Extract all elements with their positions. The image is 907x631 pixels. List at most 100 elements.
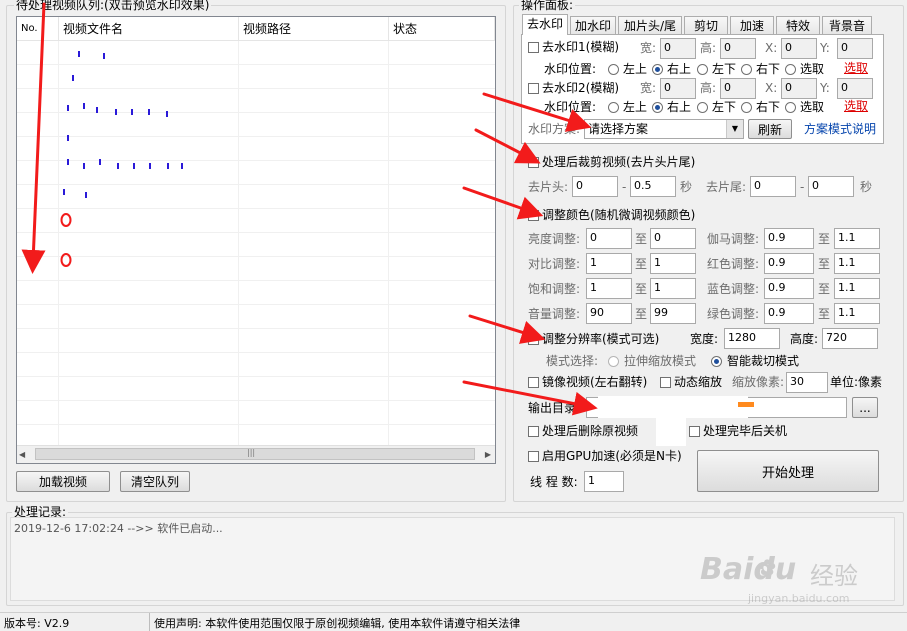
mode-stretch-label: 拉伸缩放模式 [624,354,697,368]
wm2-position-radio-4[interactable] [785,102,796,113]
color-right-to-input[interactable]: 1.1 [834,228,880,249]
tab-remove-watermark[interactable]: 去水印 [522,14,568,35]
wm2-position-radio-1[interactable] [652,102,663,113]
wm1-pick-link[interactable]: 选取 [844,60,868,76]
color-right-from-input[interactable]: 0.9 [764,253,814,274]
tab-add-watermark[interactable]: 加水印 [570,16,616,34]
color-left-to-input[interactable]: 1 [650,278,696,299]
horizontal-scrollbar[interactable]: ◀ ||| ▶ [17,445,495,463]
clear-queue-button[interactable]: 清空队列 [120,471,190,492]
start-button[interactable]: 开始处理 [697,450,879,492]
tab-cut[interactable]: 剪切 [684,16,728,34]
baidu-brand: Baidu [700,552,797,587]
trim-checkbox[interactable] [528,157,539,168]
color-right-to-input[interactable]: 1.1 [834,278,880,299]
color-left-label: 音量调整: [528,307,581,321]
color-left-from-input[interactable]: 0 [586,228,632,249]
color-left-to-input[interactable]: 1 [650,253,696,274]
output-label: 输出目录: [528,401,581,415]
trim-tail-label: 去片尾: [706,180,747,194]
wm2-checkbox[interactable] [528,83,539,94]
color-right-to-input[interactable]: 1.1 [834,253,880,274]
scheme-help-link[interactable]: 方案模式说明 [804,121,876,137]
color-left-label: 饱和调整: [528,282,581,296]
color-right-from-input[interactable]: 0.9 [764,278,814,299]
tab-speed[interactable]: 加速 [730,16,774,34]
wm2-y-input[interactable]: 0 [837,78,873,99]
shutdown-checkbox[interactable] [689,426,700,437]
wm1-position-label: 水印位置: [544,62,597,76]
tab-effects[interactable]: 特效 [776,16,820,34]
red-circle-mark [60,253,72,267]
wm2-position-radio-2[interactable] [697,102,708,113]
color-to-label: 至 [635,282,648,296]
wm2-pick-link[interactable]: 选取 [844,98,868,114]
paw-icon: ✿ [758,556,777,581]
gpu-checkbox[interactable] [528,451,539,462]
color-left-from-input[interactable]: 1 [586,253,632,274]
color-left-to-input[interactable]: 99 [650,303,696,324]
trim-tail-from[interactable]: 0 [750,176,796,197]
trim-tail-unit: 秒 [860,180,873,194]
wm1-position-radio-1[interactable] [652,64,663,75]
obscured-mark [148,109,150,115]
color-label: 调整颜色(随机微调视频颜色) [542,208,696,222]
zoom-pixels-input[interactable]: 30 [786,372,828,393]
red-circle-mark [60,213,72,227]
tab-intro-outro[interactable]: 加片头/尾 [618,16,682,34]
wm1-position-radio-4[interactable] [785,64,796,75]
mode-crop-radio[interactable] [711,356,722,367]
shutdown-label: 处理完毕后关机 [703,424,788,438]
color-right-to-input[interactable]: 1.1 [834,303,880,324]
wm1-position-radio-0[interactable] [608,64,619,75]
browse-button[interactable]: ... [852,397,878,418]
wm2-position-label: 水印位置: [544,100,597,114]
trim-head-to[interactable]: 0.5 [630,176,676,197]
resolution-height-input[interactable]: 720 [822,328,878,349]
wm2-position-radio-3[interactable] [741,102,752,113]
panel-title: 操作面板: [519,0,576,12]
wm2-h-input[interactable]: 0 [720,78,756,99]
mode-stretch-radio[interactable] [608,356,619,367]
tab-bgm[interactable]: 背景音 [822,16,872,34]
redaction [598,396,748,418]
wm1-w-input[interactable]: 0 [660,38,696,59]
scheme-select[interactable]: 请选择方案 ▼ [584,119,744,139]
color-right-from-input[interactable]: 0.9 [764,303,814,324]
video-queue-table[interactable]: No. 视频文件名 视频路径 状态 ◀ ||| ▶ [16,16,496,464]
color-left-from-input[interactable]: 1 [586,278,632,299]
color-left-from-input[interactable]: 90 [586,303,632,324]
wm1-checkbox[interactable] [528,42,539,53]
baidu-url: jingyan.baidu.com [748,592,850,605]
resolution-checkbox[interactable] [528,334,539,345]
wm1-position-radio-2[interactable] [697,64,708,75]
mirror-label: 镜像视频(左右翻转) [542,375,648,389]
color-checkbox[interactable] [528,210,539,221]
color-left-to-input[interactable]: 0 [650,228,696,249]
obscured-mark [131,109,133,115]
wm1-position-radio-3[interactable] [741,64,752,75]
wm2-position-radio-0[interactable] [608,102,619,113]
delete-original-checkbox[interactable] [528,426,539,437]
trim-tail-to[interactable]: 0 [808,176,854,197]
zoom-label: 动态缩放 [674,375,723,389]
wm1-h-input[interactable]: 0 [720,38,756,59]
wm2-w-input[interactable]: 0 [660,78,696,99]
color-right-from-input[interactable]: 0.9 [764,228,814,249]
load-video-button[interactable]: 加载视频 [16,471,110,492]
wm2-position-label-3: 右下 [756,100,781,114]
wm2-x-input[interactable]: 0 [781,78,817,99]
threads-input[interactable]: 1 [584,471,624,492]
wm1-y-label: Y: [820,41,830,55]
wm1-position-label-0: 左上 [623,62,648,76]
zoom-checkbox[interactable] [660,377,671,388]
wm1-label: 去水印1(模糊) [542,40,619,54]
mirror-checkbox[interactable] [528,377,539,388]
trim-head-from[interactable]: 0 [572,176,618,197]
wm1-position-label-1: 右上 [667,62,692,76]
refresh-button[interactable]: 刷新 [748,119,792,139]
resolution-width-input[interactable]: 1280 [724,328,780,349]
wm1-y-input[interactable]: 0 [837,38,873,59]
wm1-x-input[interactable]: 0 [781,38,817,59]
color-to-label: 至 [818,257,831,271]
